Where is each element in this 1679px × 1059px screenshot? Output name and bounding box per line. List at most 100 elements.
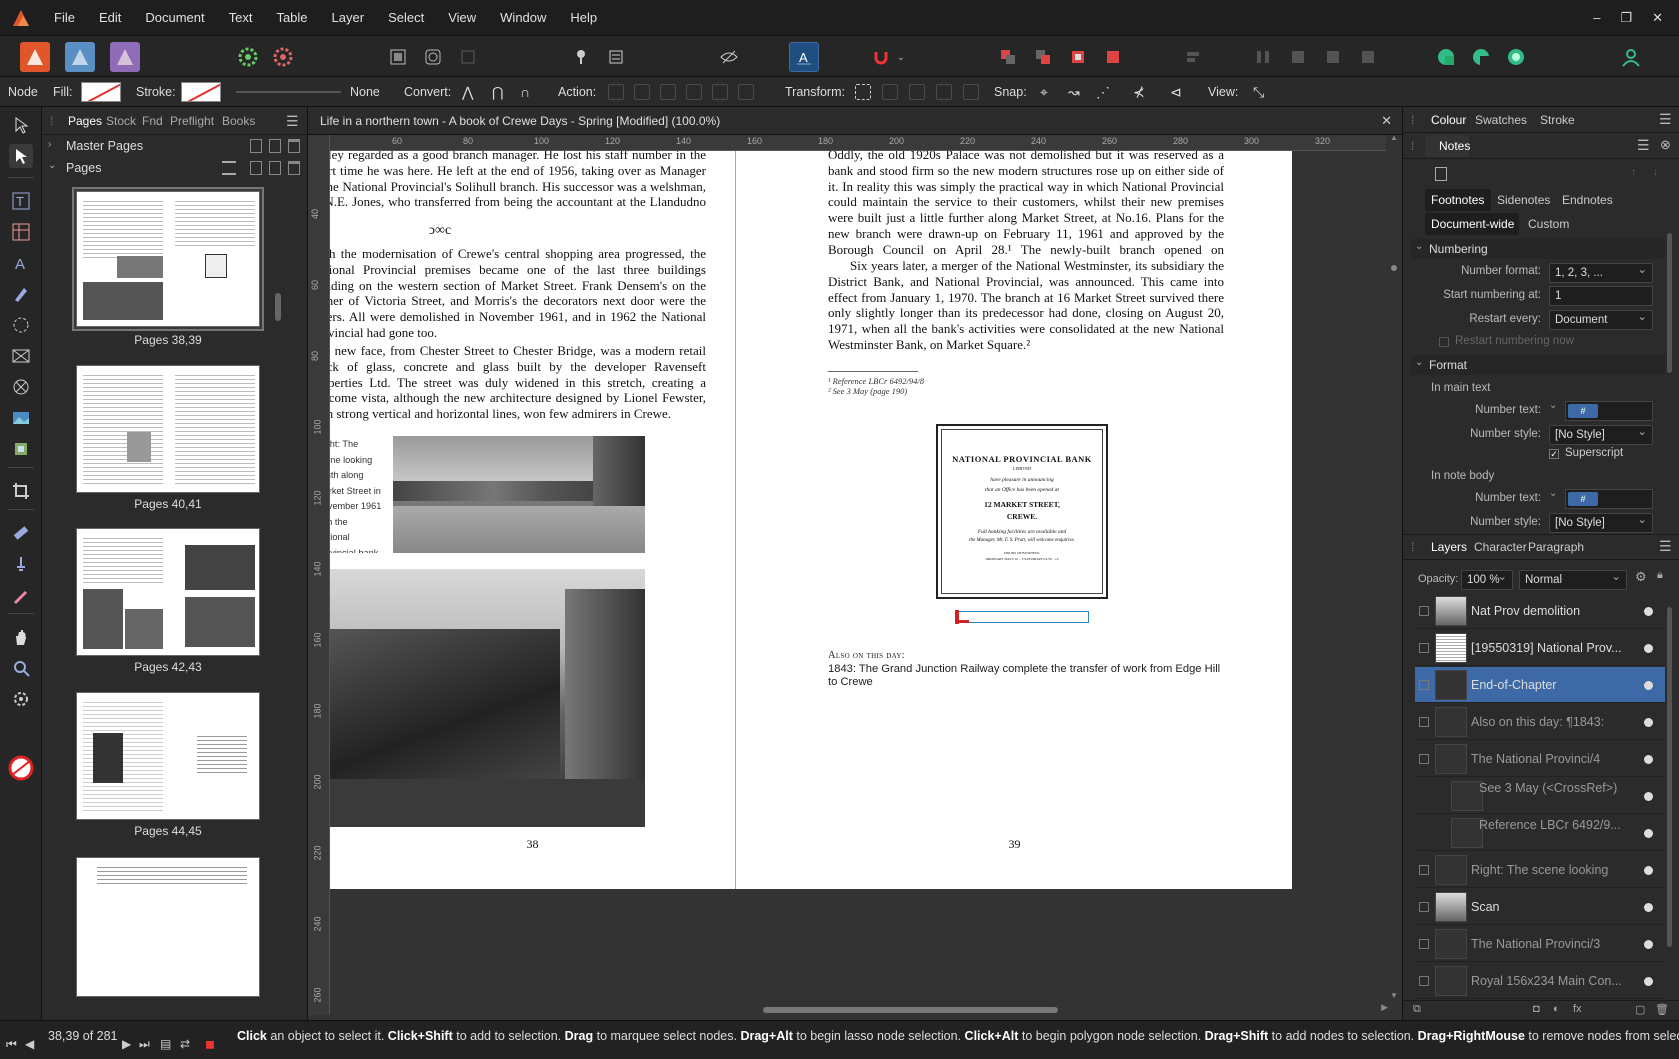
layer-row[interactable]: Right: The scene looking — [1415, 852, 1665, 888]
vertical-ruler[interactable]: 40 60 80 100 120 140 160 180 200 220 240 260 — [308, 135, 330, 1015]
collapse-chevron-icon[interactable]: ⌄ — [1415, 357, 1423, 368]
smooth-node-icon[interactable]: ⋂ — [492, 77, 503, 107]
menu-layer[interactable]: Layer — [320, 0, 377, 35]
move-back-icon[interactable] — [993, 42, 1023, 72]
transform-origin-icon[interactable] — [882, 84, 898, 100]
footnote[interactable]: ¹ Reference LBCr 6492/94/8 — [828, 376, 924, 386]
fill-tool-icon[interactable] — [9, 521, 33, 545]
number-format-select[interactable]: 1, 2, 3, ... — [1549, 261, 1653, 283]
number-style-select[interactable]: [No Style] — [1549, 511, 1653, 533]
pin-icon[interactable] — [566, 42, 596, 72]
layer-row[interactable]: See 3 May (<CrossRef>) — [1415, 778, 1665, 814]
menu-edit[interactable]: Edit — [87, 0, 133, 35]
tab-endnotes[interactable]: Endnotes — [1562, 193, 1613, 207]
tab-stock[interactable]: Stock — [106, 107, 136, 135]
move-forward-icon[interactable] — [1028, 42, 1058, 72]
flip-icon[interactable] — [1283, 42, 1313, 72]
menu-help[interactable]: Help — [558, 0, 609, 35]
number-text-field[interactable]: # — [1565, 401, 1653, 421]
layer-visibility-dot[interactable] — [1644, 903, 1653, 912]
layer-settings-gear-icon[interactable]: ⚙ — [1635, 569, 1647, 585]
add-layer-icon[interactable]: ▢ — [1635, 1003, 1645, 1016]
node-tool-icon[interactable] — [9, 144, 33, 168]
move-to-back-icon[interactable] — [1063, 42, 1093, 72]
picture-frame-rect-icon[interactable] — [9, 344, 33, 368]
menu-view[interactable]: View — [436, 0, 488, 35]
text-wrap-icon[interactable] — [601, 42, 631, 72]
move-to-front-icon[interactable] — [1098, 42, 1128, 72]
designer-persona-icon[interactable] — [65, 42, 95, 72]
tool-settings-gear-icon[interactable] — [9, 687, 33, 711]
tab-colour[interactable]: Colour — [1431, 113, 1466, 127]
layers-panel-menu-icon[interactable]: ☰ — [1659, 538, 1672, 555]
notes-panel-menu-icon[interactable]: ☰ — [1637, 137, 1650, 154]
number-text-dropdown-icon[interactable]: ⌄ — [1549, 488, 1557, 499]
distribute-icon[interactable] — [1248, 42, 1278, 72]
layer-visibility-dot[interactable] — [1644, 792, 1653, 801]
spread-thumbnail[interactable] — [76, 692, 260, 820]
photo-persona-icon[interactable] — [110, 42, 140, 72]
layer-visibility-dot[interactable] — [1644, 718, 1653, 727]
body-text-frame[interactable]: Bailey regarded as a good branch manager… — [310, 147, 706, 213]
layer-visibility-dot[interactable] — [1644, 607, 1653, 616]
settings-gear-icon[interactable] — [268, 42, 298, 72]
layer-visibility-checkbox[interactable] — [1419, 939, 1429, 949]
layer-row[interactable]: Also on this day: ¶1843: — [1415, 704, 1665, 740]
snap-tangent-icon[interactable]: ⊀ — [1133, 77, 1145, 107]
layer-visibility-checkbox[interactable] — [1419, 680, 1429, 690]
format-section-header[interactable]: ⌄ Format — [1411, 355, 1665, 375]
menu-document[interactable]: Document — [133, 0, 216, 35]
add-master-icon[interactable] — [250, 139, 262, 153]
distribute-nodes-icon[interactable] — [936, 84, 952, 100]
panel-grip-icon[interactable]: ⁞ — [1411, 113, 1414, 127]
frame-text-tool-icon[interactable]: A — [9, 251, 33, 275]
stroke-swatch[interactable] — [181, 82, 221, 102]
body-text-frame[interactable]: Six years later, a merger of the Nationa… — [828, 258, 1224, 352]
layer-visibility-dot[interactable] — [1644, 681, 1653, 690]
break-curve-icon[interactable] — [608, 84, 624, 100]
tab-preflight[interactable]: Preflight — [170, 107, 214, 135]
delete-layer-icon[interactable]: 🗑︎ — [1655, 1003, 1669, 1016]
spread-thumbnail[interactable] — [76, 191, 260, 327]
close-document-icon[interactable]: ✕ — [1381, 107, 1392, 135]
document-tab[interactable]: Life in a northern town - A book of Crew… — [308, 107, 1402, 135]
next-page-icon[interactable]: ▶ — [122, 1029, 131, 1059]
fill-swatch[interactable] — [81, 82, 121, 102]
tab-stroke[interactable]: Stroke — [1540, 113, 1575, 127]
align-nodes-icon[interactable] — [909, 84, 925, 100]
snapping-dropdown-chevron-icon[interactable]: ⌄ — [894, 42, 908, 72]
prev-page-icon[interactable]: ◀ — [25, 1029, 34, 1059]
layer-row[interactable]: Scan — [1415, 889, 1665, 925]
duplicate-page-icon[interactable] — [269, 161, 281, 175]
align-icon[interactable] — [1178, 42, 1208, 72]
body-text-frame[interactable]: With the modernisation of Crewe's centra… — [310, 246, 706, 340]
bank-notice-scan[interactable]: NATIONAL PROVINCIAL BANK LIMITED have pl… — [936, 424, 1108, 599]
body-text-frame[interactable]: Oddly, the old 1920s Palace was not demo… — [828, 147, 1224, 257]
cut-curve-icon[interactable] — [738, 84, 754, 100]
canvas[interactable]: Bailey regarded as a good branch manager… — [308, 133, 1402, 1020]
sharp-node-icon[interactable]: ⋀ — [462, 77, 473, 107]
also-on-this-day-heading[interactable]: Also on this day: — [828, 650, 905, 661]
menu-table[interactable]: Table — [264, 0, 319, 35]
add-shape-icon[interactable] — [1431, 42, 1461, 72]
zoom-tool-icon[interactable] — [9, 656, 33, 680]
layer-visibility-dot[interactable] — [1644, 829, 1653, 838]
menu-select[interactable]: Select — [376, 0, 436, 35]
layer-visibility-checkbox[interactable] — [1419, 717, 1429, 727]
add-page-icon[interactable] — [250, 161, 262, 175]
move-tool-icon[interactable] — [9, 113, 33, 137]
close-window-icon[interactable]: ✕ — [1652, 10, 1663, 26]
vertical-scrollbar[interactable]: ▲ ▼ — [1388, 133, 1400, 1005]
snap-midpoints-icon[interactable]: ⋰ — [1096, 77, 1110, 107]
snapping-magnet-icon[interactable] — [866, 42, 896, 72]
tab-document-wide[interactable]: Document-wide — [1431, 217, 1514, 231]
delete-page-icon[interactable] — [288, 161, 300, 175]
note-document-icon[interactable] — [1435, 167, 1447, 181]
frame-text-icon[interactable]: A — [789, 42, 819, 72]
mask-icon[interactable]: ◘ — [1533, 1003, 1540, 1015]
pencil-tool-icon[interactable] — [9, 583, 33, 607]
tab-sidenotes[interactable]: Sidenotes — [1497, 193, 1550, 207]
opacity-select[interactable]: 100 % — [1461, 568, 1513, 590]
picture-frame-ellipse-icon[interactable] — [9, 375, 33, 399]
body-text-frame[interactable]: The new face, from Chester Street to Che… — [310, 343, 706, 422]
